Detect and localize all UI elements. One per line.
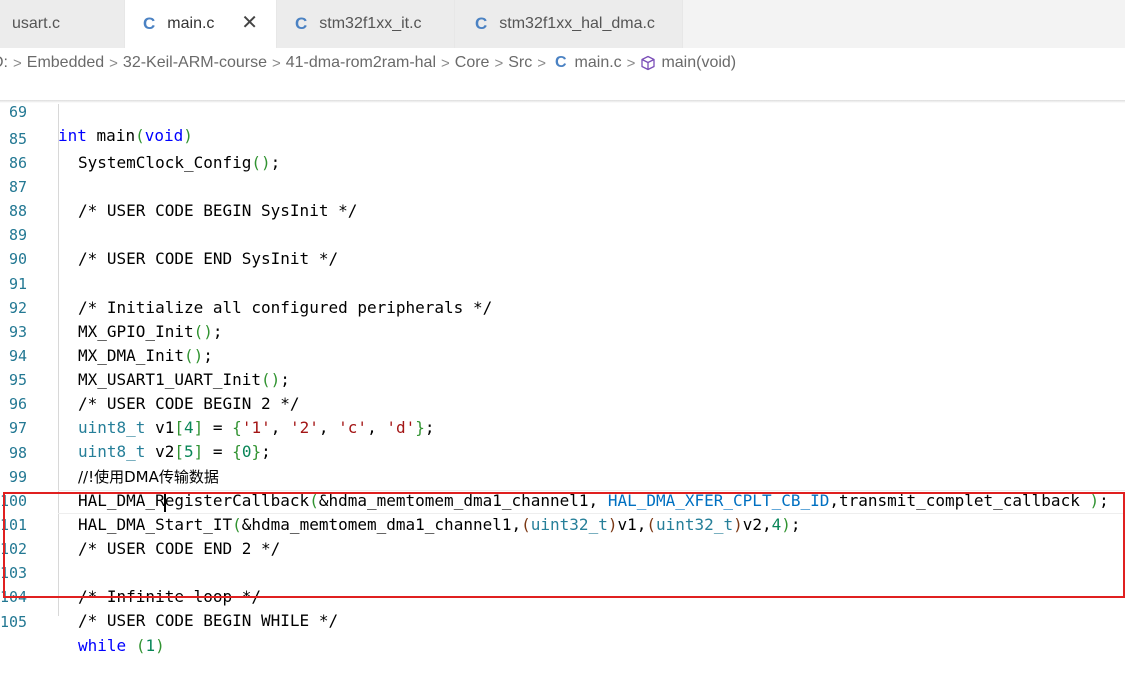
code-line: 85 SystemClock_Config();	[0, 103, 1125, 172]
code-line: 96 uint8_t v1[4] = {'1', '2', 'c', 'd'};	[0, 368, 1125, 437]
close-icon[interactable]: ✕	[241, 13, 258, 33]
tab-label: main.c	[167, 15, 215, 32]
breadcrumb-item-file[interactable]: main.c	[575, 54, 622, 72]
tab-usart-c[interactable]: usart.c	[0, 0, 125, 48]
c-file-icon: C	[475, 14, 488, 33]
breadcrumb-item-symbol[interactable]: main(void)	[661, 54, 736, 72]
chevron-right-icon: >	[441, 54, 450, 72]
chevron-right-icon: >	[537, 54, 546, 72]
chevron-right-icon: >	[626, 54, 636, 72]
breadcrumb-item-core[interactable]: Core	[455, 54, 490, 72]
tab-label: stm32f1xx_hal_dma.c	[499, 15, 655, 32]
chevron-right-icon: >	[13, 54, 22, 72]
c-file-icon: C	[554, 54, 567, 71]
code-line: 88	[0, 175, 1125, 220]
code-line: 98 //!使用DMA传输数据	[0, 417, 1125, 486]
code-line: 69 int main(void)	[0, 76, 1125, 145]
code-line: 100 HAL_DMA_Start_IT(&hdma_memtomem_dma1…	[0, 465, 1125, 534]
code-line: 89 /* USER CODE END SysInit */	[0, 199, 1125, 268]
code-line: 93 MX_DMA_Init();	[0, 296, 1125, 365]
code-editor[interactable]: 69 int main(void) 85 SystemClock_Config(…	[0, 76, 1125, 655]
chevron-right-icon: >	[494, 54, 504, 72]
tab-main-c[interactable]: C main.c ✕	[125, 0, 277, 48]
breadcrumb-item-project[interactable]: 41-dma-rom2ram-hal	[286, 54, 436, 72]
method-cube-icon	[641, 55, 656, 71]
editor-tab-bar: usart.c C main.c ✕ C stm32f1xx_it.c C st…	[0, 0, 1125, 48]
code-line: 91 /* Initialize all configured peripher…	[0, 248, 1125, 317]
tab-stm32f1xx-hal-dma-c[interactable]: C stm32f1xx_hal_dma.c	[455, 0, 683, 48]
code-line: 86	[0, 127, 1125, 172]
tab-label: usart.c	[12, 15, 61, 32]
breadcrumb-item-drive[interactable]: D:	[0, 54, 8, 72]
line-number: 105	[0, 613, 28, 631]
breadcrumb-item-embedded[interactable]: Embedded	[27, 54, 104, 72]
code-line: 87 /* USER CODE BEGIN SysInit */	[0, 151, 1125, 220]
code-line: 97 uint8_t v2[5] = {0};	[0, 392, 1125, 461]
chevron-right-icon: >	[109, 54, 118, 72]
code-line: 90	[0, 223, 1125, 268]
annotation-box	[3, 492, 1125, 598]
line-text: while (1)	[78, 636, 165, 655]
breadcrumb-item-course[interactable]: 32-Keil-ARM-course	[123, 54, 267, 72]
chevron-right-icon: >	[271, 54, 281, 72]
tab-stm32f1xx-it-c[interactable]: C stm32f1xx_it.c	[277, 0, 455, 48]
code-line: 99 HAL_DMA_RegisterCallback(&hdma_memtom…	[0, 441, 1125, 510]
code-line: 95 /* USER CODE BEGIN 2 */	[0, 344, 1125, 413]
c-file-icon: C	[143, 14, 156, 33]
code-line: 94 MX_USART1_UART_Init();	[0, 320, 1125, 389]
line-text: /* USER CODE BEGIN WHILE */	[78, 611, 339, 630]
breadcrumb-item-src[interactable]: Src	[508, 54, 532, 72]
breadcrumb: D: > Embedded > 32-Keil-ARM-course > 41-…	[0, 50, 1125, 76]
tab-label: stm32f1xx_it.c	[319, 15, 422, 32]
code-line: 92 MX_GPIO_Init();	[0, 272, 1125, 341]
c-file-icon: C	[295, 14, 308, 33]
